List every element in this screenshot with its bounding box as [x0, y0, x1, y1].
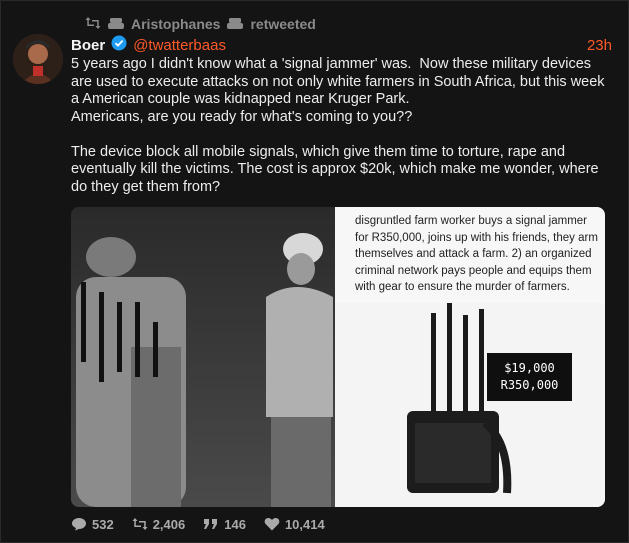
tweet-actions: 532 2,406 146 10,414 [71, 514, 325, 534]
user-icon [226, 16, 244, 32]
tweet-card[interactable]: Aristophanes retweeted Boer @twatterbaas [0, 0, 629, 543]
avatar[interactable] [13, 34, 63, 84]
retweet-count: 2,406 [152, 516, 186, 532]
user-icon [107, 16, 125, 32]
reply-count: 532 [92, 516, 114, 532]
quote-count: 146 [224, 516, 246, 532]
quote-button[interactable]: 146 [203, 517, 246, 532]
quote-icon [203, 518, 219, 530]
jammer-post-image[interactable]: disgruntled farm worker buys a signal ja… [335, 207, 605, 507]
cctv-image[interactable] [71, 207, 335, 507]
retweet-button[interactable]: 2,406 [132, 516, 186, 532]
verified-badge-icon [111, 35, 127, 55]
price-usd: $19,000 [504, 361, 555, 375]
price-zar: R350,000 [500, 378, 559, 392]
tweet-header: Boer @twatterbaas 23h [71, 35, 612, 55]
heart-icon [264, 517, 280, 531]
like-button[interactable]: 10,414 [264, 517, 325, 532]
reply-button[interactable]: 532 [71, 517, 114, 532]
retweet-icon [132, 517, 148, 531]
retweet-context: Aristophanes retweeted [85, 15, 316, 33]
author-name[interactable]: Boer [71, 37, 105, 54]
price-label: $19,000 R350,000 [487, 353, 572, 401]
tweet-timestamp[interactable]: 23h [587, 37, 612, 54]
retweeter-name[interactable]: Aristophanes [131, 16, 220, 32]
retweet-label: retweeted [250, 16, 316, 32]
like-count: 10,414 [284, 516, 325, 532]
reply-icon [71, 517, 87, 531]
author-handle[interactable]: @twatterbaas [133, 37, 226, 54]
retweet-icon [85, 16, 101, 33]
tweet-text: 5 years ago I didn't know what a 'signal… [71, 56, 605, 195]
image-caption: disgruntled farm worker buys a signal ja… [355, 215, 598, 293]
media-grid[interactable]: disgruntled farm worker buys a signal ja… [71, 207, 605, 507]
